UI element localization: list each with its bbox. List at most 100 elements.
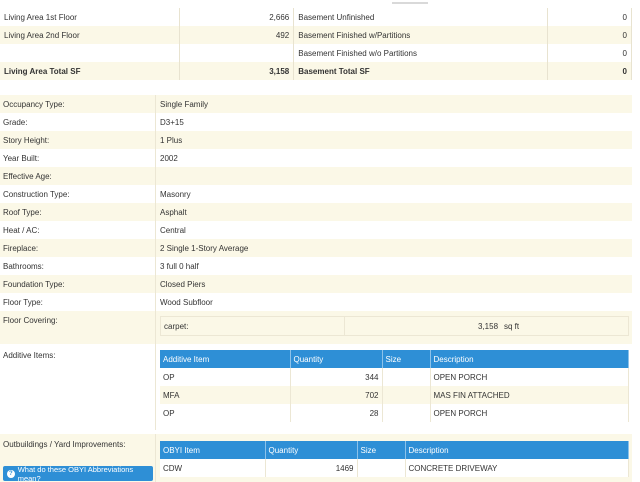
table-header-row: Additive Item Quantity Size Description [160,350,629,368]
outbuildings-label: Outbuildings / Yard Improvements: [3,440,126,449]
floor-covering-material: carpet: [164,322,189,331]
obyi-help-button[interactable]: ? What do these OBYI Abbreviations mean? [3,464,153,482]
column-header[interactable]: Additive Item [160,350,291,368]
top-scroll-marker [392,2,428,4]
detail-row-heat-ac: Heat / AC: Central [0,221,632,239]
table-row: Living Area 1st Floor 2,666 Basement Unf… [0,8,632,26]
basement-value: 0 [547,26,632,44]
outbuildings-table: OBYI Item Quantity Size Description CDW … [160,441,629,477]
item-code: MFA [160,386,291,404]
detail-value: 3 full 0 half [160,261,199,271]
area-label: Living Area 1st Floor [0,8,181,26]
detail-row-bathrooms: Bathrooms: 3 full 0 half [0,257,632,275]
item-quantity: 28 [290,404,383,422]
table-row: CDW 1469 CONCRETE DRIVEWAY [160,459,629,477]
detail-row-floor-type: Floor Type: Wood Subfloor [0,293,632,311]
area-value [179,44,295,62]
detail-value: Central [160,225,186,235]
detail-label: Story Height: [3,135,50,145]
item-size [382,404,431,422]
detail-label: Heat / AC: [3,225,40,235]
obyi-description: CONCRETE DRIVEWAY [405,459,629,477]
area-total-label: Living Area Total SF [0,62,181,80]
detail-label: Construction Type: [3,189,70,199]
item-description: OPEN PORCH [430,404,629,422]
floor-covering-amount: 3,158 [478,322,499,331]
floor-covering-unit: sq ft [504,322,520,331]
detail-row-story-height: Story Height: 1 Plus [0,131,632,149]
detail-value: Masonry [160,189,191,199]
detail-value: D3+15 [160,117,184,127]
obyi-quantity: 1469 [265,459,358,477]
table-row-total: Living Area Total SF 3,158 Basement Tota… [0,62,632,80]
area-value: 2,666 [179,8,295,26]
detail-label: Year Built: [3,153,40,163]
detail-value: 2002 [160,153,178,163]
detail-row-roof: Roof Type: Asphalt [0,203,632,221]
detail-label: Bathrooms: [3,261,44,271]
table-row: Basement Finished w/o Partitions 0 [0,44,632,62]
detail-row-grade: Grade: D3+15 [0,113,632,131]
detail-value: 1 Plus [160,135,183,145]
item-description: MAS FIN ATTACHED [430,386,629,404]
obyi-help-label: What do these OBYI Abbreviations mean? [17,464,134,482]
column-header[interactable]: Size [382,350,431,368]
detail-row-occupancy: Occupancy Type: Single Family [0,95,632,113]
item-size [382,386,431,404]
area-label: Living Area 2nd Floor [0,26,181,44]
table-row: OP 344 OPEN PORCH [160,368,629,386]
floor-covering-label: Floor Covering: [3,316,58,325]
item-description: OPEN PORCH [430,368,629,386]
column-header[interactable]: Size [357,441,406,459]
page-edge [632,0,640,482]
detail-label: Effective Age: [3,171,52,181]
obyi-size [357,459,406,477]
detail-value: Closed Piers [160,279,206,289]
basement-label: Basement Finished w/o Partitions [293,44,549,62]
detail-row-construction: Construction Type: Masonry [0,185,632,203]
column-header[interactable]: Description [405,441,629,459]
floor-covering-section: Floor Covering: carpet: 3,158 sq ft [0,311,632,344]
item-quantity: 344 [290,368,383,386]
column-header[interactable]: Quantity [290,350,383,368]
detail-label: Grade: [3,117,28,127]
basement-value: 0 [547,44,632,62]
column-header[interactable]: OBYI Item [160,441,266,459]
detail-value: Asphalt [160,207,187,217]
column-header[interactable]: Quantity [265,441,358,459]
basement-label: Basement Finished w/Partitions [293,26,549,44]
detail-label: Roof Type: [3,207,42,217]
area-label [0,44,181,62]
living-area-table: Living Area 1st Floor 2,666 Basement Unf… [0,8,632,80]
area-value: 492 [179,26,295,44]
table-row: MFA 702 MAS FIN ATTACHED [160,386,629,404]
area-total-value: 3,158 [179,62,295,80]
table-row: OP 28 OPEN PORCH [160,404,629,422]
detail-label: Foundation Type: [3,279,65,289]
item-code: OP [160,368,291,386]
item-code: OP [160,404,291,422]
item-quantity: 702 [290,386,383,404]
detail-value: Single Family [160,99,209,109]
column-header[interactable]: Description [430,350,629,368]
item-size [382,368,431,386]
basement-total-value: 0 [547,62,632,80]
detail-row-foundation: Foundation Type: Closed Piers [0,275,632,293]
basement-label: Basement Unfinished [293,8,549,26]
detail-row-effective-age: Effective Age: [0,167,632,185]
detail-value: Wood Subfloor [160,297,213,307]
additive-items-table: Additive Item Quantity Size Description … [160,350,629,422]
detail-label: Fireplace: [3,243,39,253]
detail-row-year-built: Year Built: 2002 [0,149,632,167]
additive-items-label: Additive Items: [3,351,56,360]
basement-total-label: Basement Total SF [293,62,549,80]
floor-covering-box: carpet: 3,158 sq ft [160,316,629,336]
detail-row-fireplace: Fireplace: 2 Single 1-Story Average [0,239,632,257]
obyi-code: CDW [160,459,266,477]
detail-value: 2 Single 1-Story Average [160,243,249,253]
table-header-row: OBYI Item Quantity Size Description [160,441,629,459]
basement-value: 0 [547,8,632,26]
question-circle-icon: ? [7,469,15,478]
table-row: Living Area 2nd Floor 492 Basement Finis… [0,26,632,44]
detail-label: Floor Type: [3,297,43,307]
